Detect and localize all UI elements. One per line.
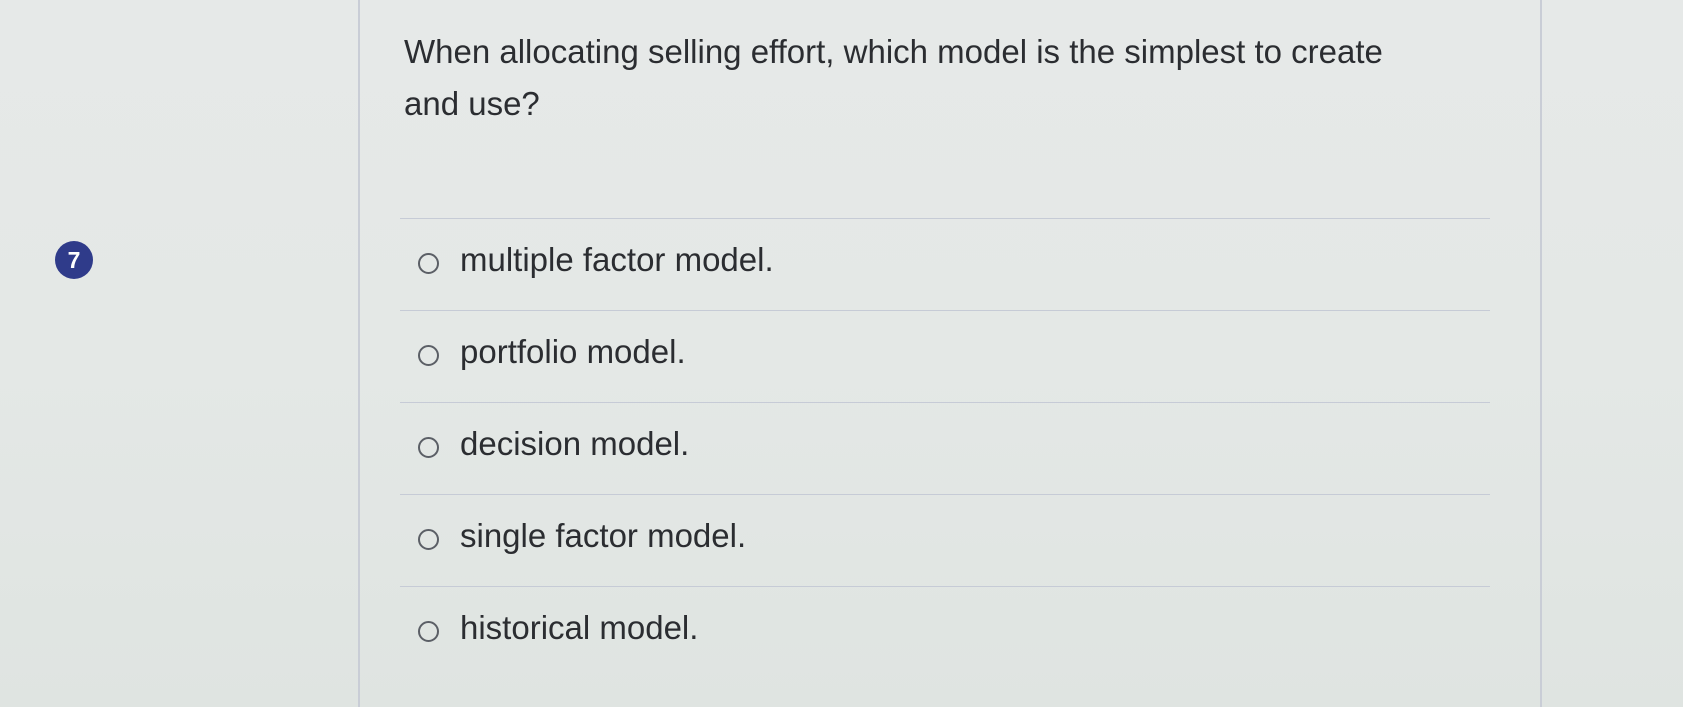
quiz-page: 7 When allocating selling effort, which …	[0, 0, 1683, 707]
answer-options: multiple factor model. portfolio model. …	[400, 218, 1490, 678]
option-label[interactable]: multiple factor model.	[460, 240, 774, 280]
radio-button-icon[interactable]	[418, 345, 439, 366]
option-label[interactable]: portfolio model.	[460, 332, 686, 372]
answer-option-3[interactable]: decision model.	[400, 402, 1490, 494]
option-label[interactable]: single factor model.	[460, 516, 746, 556]
radio-button-icon[interactable]	[418, 253, 439, 274]
answer-option-2[interactable]: portfolio model.	[400, 310, 1490, 402]
right-divider	[1540, 0, 1542, 707]
left-divider	[358, 0, 360, 707]
question-text: When allocating selling effort, which mo…	[404, 33, 1383, 122]
answer-option-4[interactable]: single factor model.	[400, 494, 1490, 586]
radio-button-icon[interactable]	[418, 437, 439, 458]
answer-option-1[interactable]: multiple factor model.	[400, 218, 1490, 310]
option-label[interactable]: decision model.	[460, 424, 689, 464]
radio-button-icon[interactable]	[418, 529, 439, 550]
radio-button-icon[interactable]	[418, 621, 439, 642]
answer-option-5[interactable]: historical model.	[400, 586, 1490, 678]
option-label[interactable]: historical model.	[460, 608, 698, 648]
question-number-badge: 7	[55, 241, 93, 279]
